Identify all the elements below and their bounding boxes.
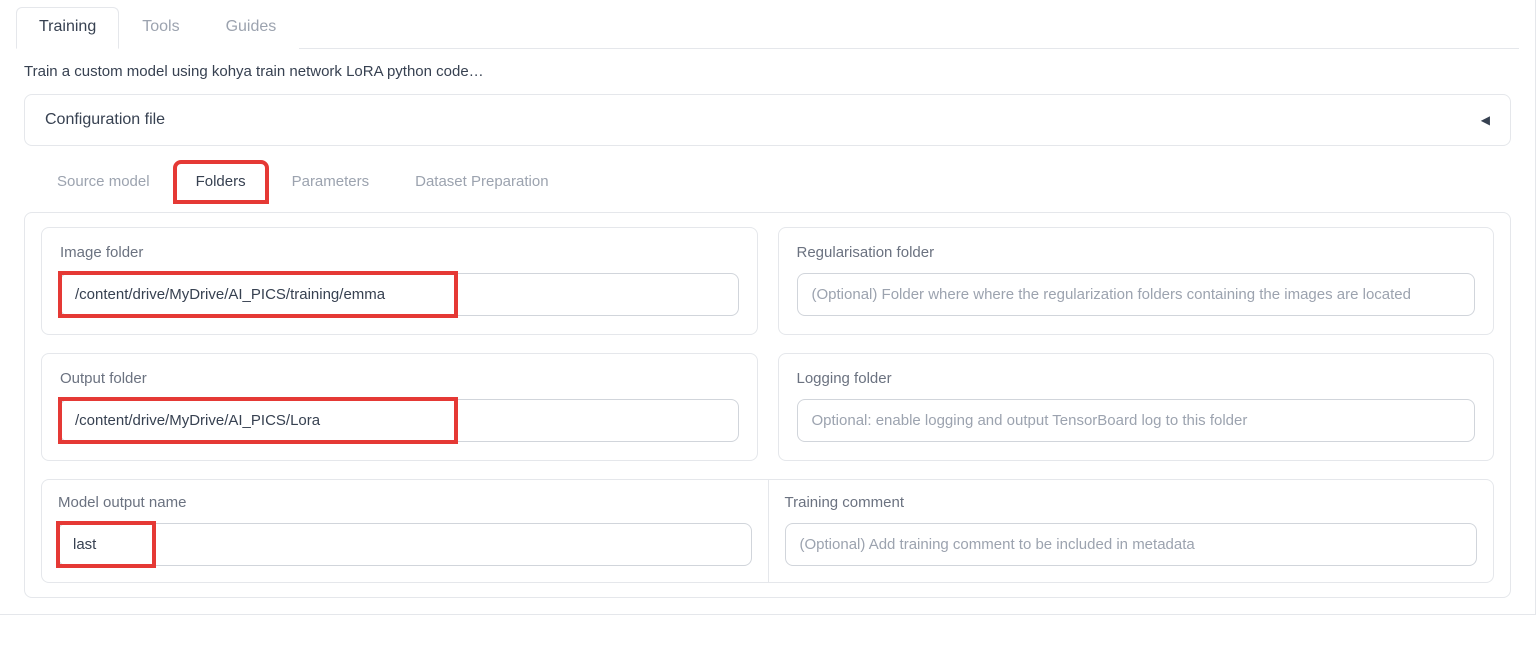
- configuration-accordion[interactable]: Configuration file ◀: [24, 94, 1511, 146]
- logging-folder-input[interactable]: [797, 399, 1476, 442]
- tab-folders[interactable]: Folders: [175, 162, 267, 202]
- model-output-name-label: Model output name: [58, 494, 752, 511]
- training-comment-input[interactable]: [785, 523, 1478, 566]
- training-comment-card: Training comment: [768, 479, 1495, 583]
- image-folder-label: Image folder: [60, 244, 739, 261]
- folders-panel: Image folder Regularisation folder Outpu…: [24, 212, 1511, 598]
- accordion-title: Configuration file: [45, 111, 165, 129]
- output-folder-input[interactable]: [60, 399, 739, 442]
- output-folder-label: Output folder: [60, 370, 739, 387]
- regularisation-folder-card: Regularisation folder: [778, 227, 1495, 335]
- inner-tabs: Source model Folders Parameters Dataset …: [24, 158, 1511, 202]
- tab-dataset-preparation[interactable]: Dataset Preparation: [394, 162, 569, 202]
- regularisation-folder-label: Regularisation folder: [797, 244, 1476, 261]
- regularisation-folder-input[interactable]: [797, 273, 1476, 316]
- description-text: Train a custom model using kohya train n…: [24, 63, 1519, 80]
- tab-guides[interactable]: Guides: [203, 7, 300, 49]
- chevron-left-icon: ◀: [1481, 113, 1490, 127]
- top-tabs: Training Tools Guides: [16, 0, 1519, 49]
- image-folder-input[interactable]: [60, 273, 739, 316]
- tab-source-model[interactable]: Source model: [36, 162, 171, 202]
- model-output-name-card: Model output name: [41, 479, 768, 583]
- logging-folder-card: Logging folder: [778, 353, 1495, 461]
- tab-tools[interactable]: Tools: [119, 7, 202, 49]
- image-folder-card: Image folder: [41, 227, 758, 335]
- tab-parameters[interactable]: Parameters: [271, 162, 391, 202]
- logging-folder-label: Logging folder: [797, 370, 1476, 387]
- output-folder-card: Output folder: [41, 353, 758, 461]
- tab-training[interactable]: Training: [16, 7, 119, 49]
- training-comment-label: Training comment: [785, 494, 1478, 511]
- model-output-name-input[interactable]: [58, 523, 752, 566]
